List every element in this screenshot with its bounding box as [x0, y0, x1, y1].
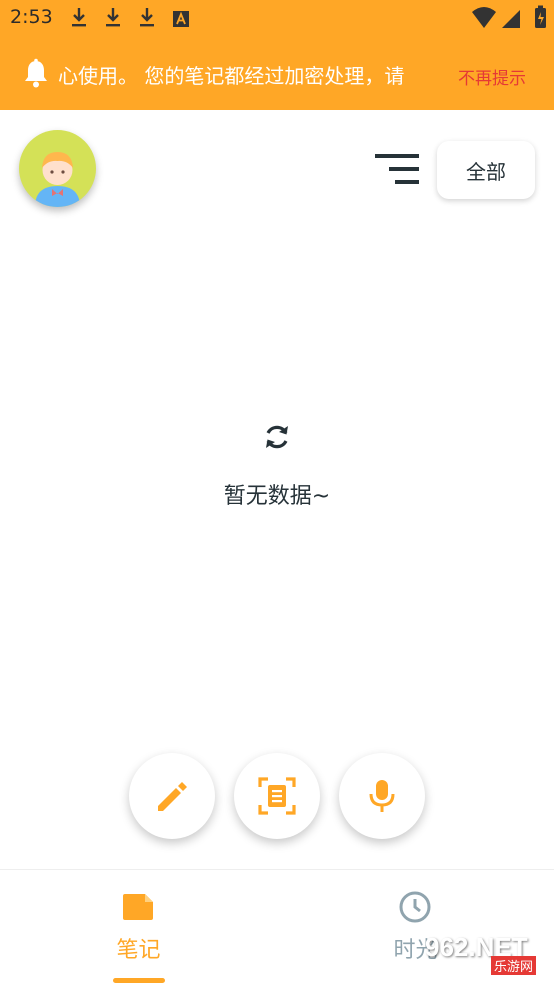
avatar[interactable] [19, 130, 96, 207]
scan-icon [258, 777, 296, 815]
refresh-icon [266, 425, 288, 449]
system-status-icons [472, 5, 546, 28]
filter-all-button[interactable]: 全部 [437, 141, 535, 199]
download-icon [72, 8, 86, 27]
download-icon [106, 8, 120, 27]
menu-icon[interactable] [375, 154, 419, 184]
notice-banner: 心使用。 您的笔记都经过加密处理，请 不再提示 [0, 36, 554, 110]
pencil-icon [158, 782, 187, 811]
wifi-icon [472, 7, 496, 28]
new-note-button[interactable] [129, 753, 215, 839]
avatar-image [35, 152, 80, 207]
site-watermark: 962.NET 乐游网 [415, 930, 550, 975]
empty-state-text: 暂无数据~ [223, 484, 331, 509]
text-badge-icon [173, 11, 189, 27]
scan-button[interactable] [234, 753, 320, 839]
top-banner-area: 2:53 心使用。 您的笔记都经过加密处理，请 不再提示 [0, 0, 554, 110]
status-bar: 2:53 [0, 0, 554, 36]
watermark-sub: 乐游网 [491, 956, 537, 975]
notice-text: 心使用。 您的笔记都经过加密处理，请 [58, 64, 405, 88]
bell-icon [25, 58, 47, 88]
signal-icon [502, 10, 520, 28]
dismiss-notice-button[interactable]: 不再提示 [458, 64, 526, 89]
clock-icon [399, 891, 431, 923]
status-time: 2:53 [10, 6, 53, 28]
download-icon [140, 8, 154, 27]
active-tab-indicator [113, 978, 165, 983]
nav-tab-notes[interactable]: 笔记 [0, 870, 277, 984]
nav-label-notes: 笔记 [116, 938, 161, 963]
note-icon [123, 894, 153, 920]
voice-note-button[interactable] [339, 753, 425, 839]
microphone-icon [369, 780, 395, 812]
